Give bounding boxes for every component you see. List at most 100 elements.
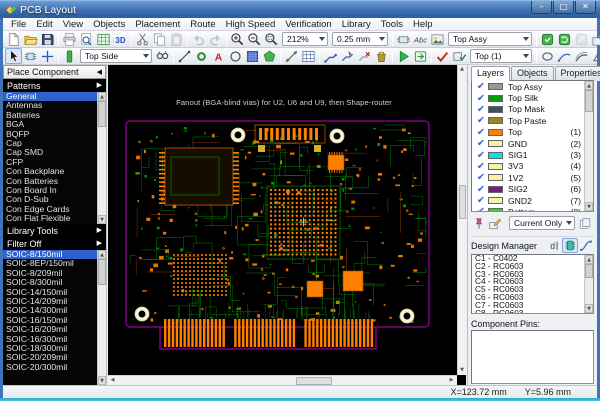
- layer-color-swatch[interactable]: [488, 208, 503, 211]
- scroll-up-icon[interactable]: ▲: [585, 81, 593, 90]
- menu-help[interactable]: Help: [408, 18, 438, 31]
- layer-visible-check[interactable]: ✔: [474, 184, 488, 195]
- minimize-button[interactable]: –: [531, 1, 552, 14]
- scroll-thumb[interactable]: [585, 264, 593, 278]
- copper-pour-tool-button[interactable]: [244, 48, 261, 64]
- layer-row[interactable]: ✔ Top Assy: [472, 81, 593, 92]
- board-side-indicator[interactable]: [61, 48, 78, 64]
- layer-pin-button[interactable]: [471, 216, 487, 231]
- collapse-left-icon[interactable]: ◀: [97, 68, 102, 76]
- loop-removal-button[interactable]: [539, 48, 556, 64]
- footprints-list[interactable]: SOIC-8/150mil SOIC-8EP/150mil SOIC-8/209mi…: [3, 250, 106, 385]
- list-scrollbar[interactable]: ▲ ▼: [97, 92, 106, 224]
- zoom-in-button[interactable]: [229, 31, 246, 47]
- board-side-select[interactable]: Top Side: [80, 49, 152, 63]
- view-3d-button[interactable]: 3D: [112, 31, 129, 47]
- zoom-window-button[interactable]: [263, 31, 280, 47]
- pattern-item[interactable]: Con Flat Flexible: [3, 213, 106, 223]
- close-button[interactable]: ✕: [575, 1, 596, 14]
- layer-display-select[interactable]: Current Only: [509, 216, 575, 230]
- layer-color-swatch[interactable]: [488, 128, 503, 136]
- save-button[interactable]: [39, 31, 56, 47]
- scroll-down-icon[interactable]: ▼: [585, 304, 593, 313]
- slope-button[interactable]: [590, 48, 600, 64]
- print-preview-button[interactable]: [78, 31, 95, 47]
- scroll-up-icon[interactable]: ▲: [458, 65, 466, 74]
- scroll-down-icon[interactable]: ▼: [98, 215, 106, 224]
- layer-row[interactable]: ✔ Top Paste: [472, 115, 593, 126]
- scroll-right-icon[interactable]: ▶: [447, 376, 456, 385]
- verification-button[interactable]: [434, 48, 451, 64]
- layer-visible-check[interactable]: ✔: [474, 138, 488, 149]
- footprint-item[interactable]: SOIC-20/300mil: [3, 362, 106, 372]
- layer-row[interactable]: ✔ SIG2 (6): [472, 184, 593, 195]
- layer-color-swatch[interactable]: [488, 83, 503, 91]
- layer-visible-check[interactable]: ✔: [474, 206, 488, 211]
- compare-button[interactable]: [451, 48, 468, 64]
- layer-row[interactable]: ✔ Top (1): [472, 127, 593, 138]
- layer-color-swatch[interactable]: [488, 117, 503, 125]
- canvas-horizontal-scrollbar[interactable]: ◀ ▶: [108, 375, 457, 385]
- layer-color-swatch[interactable]: [488, 105, 503, 113]
- measure-tool-button[interactable]: [283, 48, 300, 64]
- menu-edit[interactable]: Edit: [31, 18, 57, 31]
- library-tools-header[interactable]: Library Tools ▶: [3, 224, 106, 237]
- smooth-trace-button[interactable]: [556, 48, 573, 64]
- menu-placement[interactable]: Placement: [130, 18, 185, 31]
- grid-size-select[interactable]: 0.25 mm: [332, 32, 388, 46]
- scroll-up-icon[interactable]: ▲: [98, 250, 106, 259]
- update-button[interactable]: [539, 31, 556, 47]
- dm-components-button[interactable]: [562, 238, 578, 253]
- route-layer-select[interactable]: Top (1): [470, 49, 532, 63]
- layer-row[interactable]: ✔ GND2 (7): [472, 195, 593, 206]
- layer-color-swatch[interactable]: [488, 185, 503, 193]
- expand-right-icon[interactable]: ▶: [97, 240, 102, 247]
- array-tool-button[interactable]: [300, 48, 317, 64]
- layer-visible-check[interactable]: ✔: [474, 81, 488, 92]
- select-tool-button[interactable]: [5, 48, 22, 64]
- pcb-drawing[interactable]: Fanout (BGA-blind vias) for U2, U6 and U…: [108, 65, 457, 375]
- dm-filter-button[interactable]: d: [546, 238, 562, 253]
- components-list[interactable]: C1 - C0402 C2 - RC0603 C3 - RC0603 C4 - RC0…: [471, 254, 594, 314]
- edit-trace-button[interactable]: [339, 48, 356, 64]
- route-trace-button[interactable]: [322, 48, 339, 64]
- canvas-hscroll-thumb[interactable]: [296, 377, 332, 385]
- canvas-vertical-scrollbar[interactable]: ▲ ▼: [457, 65, 466, 375]
- picture-button[interactable]: [429, 31, 446, 47]
- components-scrollbar[interactable]: ▲ ▼: [584, 255, 593, 313]
- layer-visible-check[interactable]: ✔: [474, 127, 488, 138]
- titles-sheet-button[interactable]: [95, 31, 112, 47]
- menu-verification[interactable]: Verification: [280, 18, 336, 31]
- redo-button[interactable]: [207, 31, 224, 47]
- place-component-header[interactable]: Place Component ◀: [3, 65, 106, 79]
- run-export-button[interactable]: [412, 48, 429, 64]
- layer-row[interactable]: ✔ Top Silk: [472, 92, 593, 104]
- zoom-level-select[interactable]: 212%: [282, 32, 328, 46]
- maximize-button[interactable]: □: [553, 1, 574, 14]
- layer-color-swatch[interactable]: [488, 197, 503, 205]
- scroll-left-icon[interactable]: ◀: [108, 376, 117, 385]
- text-tool-button[interactable]: A: [210, 48, 227, 64]
- canvas-vscroll-thumb[interactable]: [459, 185, 466, 219]
- layer-color-swatch[interactable]: [488, 151, 503, 159]
- expand-right-icon[interactable]: ▶: [97, 82, 102, 89]
- title-bar[interactable]: PCB Layout – □ ✕: [0, 0, 600, 18]
- fanout-button[interactable]: [373, 48, 390, 64]
- menu-file[interactable]: File: [6, 18, 31, 31]
- origin-tool-button[interactable]: [39, 48, 56, 64]
- menu-library[interactable]: Library: [337, 18, 376, 31]
- layer-visible-check[interactable]: ✔: [474, 104, 488, 115]
- text-style-button[interactable]: Abc: [412, 31, 429, 47]
- scroll-up-icon[interactable]: ▲: [98, 92, 106, 101]
- layer-visible-check[interactable]: ✔: [474, 93, 488, 104]
- expand-right-icon[interactable]: ▶: [97, 227, 102, 234]
- layer-row[interactable]: ✔ GND (2): [472, 138, 593, 149]
- component-item[interactable]: C8 - RC0603: [472, 309, 593, 313]
- layer-row[interactable]: ✔ 3V3 (4): [472, 161, 593, 172]
- pattern-properties-button[interactable]: [395, 31, 412, 47]
- paste-button[interactable]: [168, 31, 185, 47]
- layer-visible-check[interactable]: ✔: [474, 115, 488, 126]
- list-scrollbar[interactable]: ▲ ▼: [97, 250, 106, 385]
- cut-button[interactable]: [134, 31, 151, 47]
- tab-layers[interactable]: Layers: [471, 66, 511, 81]
